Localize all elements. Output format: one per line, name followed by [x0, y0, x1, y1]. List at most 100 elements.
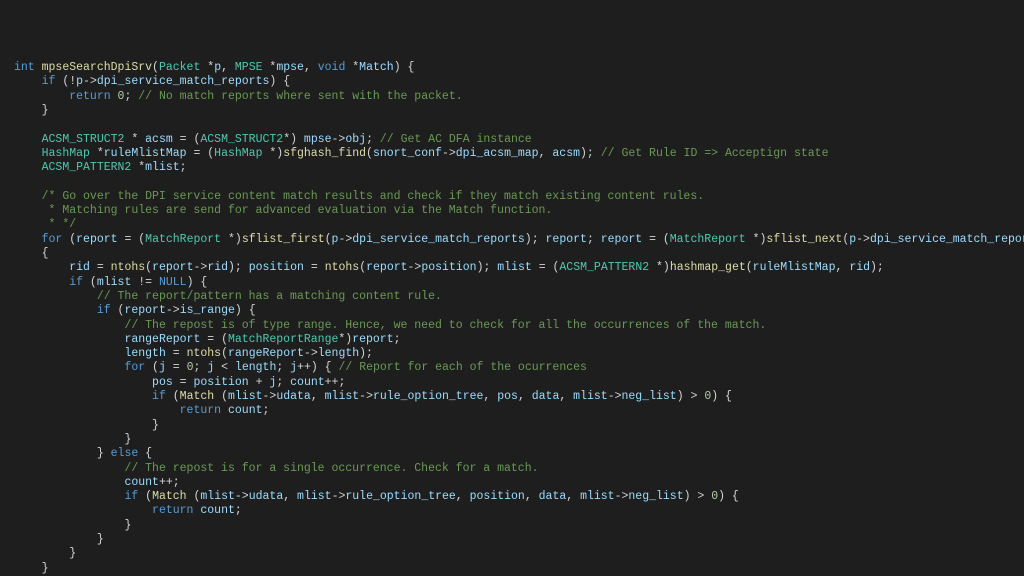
code-line[interactable]: if (!p->dpi_service_match_reports) { [14, 75, 1024, 89]
token-op: ; [587, 233, 601, 246]
token-op: ++) { [297, 361, 338, 374]
token-op [35, 61, 42, 74]
token-id: mpse [276, 61, 304, 74]
code-line[interactable] [14, 176, 1024, 190]
token-op: ( [187, 490, 201, 503]
token-op: = [173, 376, 194, 389]
code-line[interactable]: pos = position + j; count++; [14, 376, 1024, 390]
token-op: -> [332, 490, 346, 503]
code-line[interactable]: length = ntohs(rangeReport->length); [14, 347, 1024, 361]
code-line[interactable]: // The report/pattern has a matching con… [14, 290, 1024, 304]
code-line[interactable]: } [14, 104, 1024, 118]
token-id: report [546, 233, 587, 246]
code-line[interactable]: { [14, 247, 1024, 261]
token-type: ACSM_PATTERN2 [559, 261, 649, 274]
token-id: udata [249, 490, 284, 503]
token-op: } [97, 533, 104, 546]
token-op: -> [166, 304, 180, 317]
code-line[interactable]: if (Match (mlist->udata, mlist->rule_opt… [14, 490, 1024, 504]
token-op: ; [276, 361, 290, 374]
token-id: rangeReport [124, 333, 200, 346]
code-line[interactable]: for (report = (MatchReport *)sflist_firs… [14, 233, 1024, 247]
code-line[interactable]: HashMap *ruleMlistMap = (HashMap *)sfgha… [14, 147, 1024, 161]
token-cmt: * */ [42, 218, 77, 231]
token-op: ; [263, 404, 270, 417]
token-type: MPSE [235, 61, 263, 74]
code-line[interactable]: // The repost is of type range. Hence, w… [14, 319, 1024, 333]
token-id: rule_option_tree [345, 490, 455, 503]
token-kw: if [152, 390, 166, 403]
code-editor[interactable]: int mpseSearchDpiSrv(Packet *p, MPSE *mp… [14, 61, 1024, 576]
token-id: Match [359, 61, 394, 74]
token-type: ACSM_STRUCT2 [200, 133, 283, 146]
token-op: ( [145, 361, 159, 374]
token-id: pos [497, 390, 518, 403]
token-op: ) { [711, 390, 732, 403]
code-line[interactable]: rangeReport = (MatchReportRange*)report; [14, 333, 1024, 347]
code-line[interactable]: } [14, 433, 1024, 447]
code-line[interactable]: } [14, 419, 1024, 433]
code-line[interactable]: } else { [14, 447, 1024, 461]
token-type: ACSM_PATTERN2 [42, 161, 132, 174]
token-op: ) > [684, 490, 712, 503]
token-cmt: // The repost is of type range. Hence, w… [124, 319, 766, 332]
code-line[interactable]: return 0; // No match reports where sent… [14, 90, 1024, 104]
token-id: mlist [97, 276, 132, 289]
token-op: ; [394, 333, 401, 346]
token-type: Packet [159, 61, 200, 74]
token-op: = [90, 261, 111, 274]
code-line[interactable] [14, 118, 1024, 132]
token-fn: ntohs [187, 347, 222, 360]
token-op: ( [221, 347, 228, 360]
code-line[interactable]: int mpseSearchDpiSrv(Packet *p, MPSE *mp… [14, 61, 1024, 75]
token-kw: return [180, 404, 221, 417]
token-op: ( [83, 276, 97, 289]
token-op: = ( [642, 233, 670, 246]
token-op: } [42, 104, 49, 117]
token-kw: for [124, 361, 145, 374]
token-id: position [421, 261, 476, 274]
code-line[interactable]: if (report->is_range) { [14, 304, 1024, 318]
token-op: *) [262, 147, 283, 160]
code-line[interactable]: return count; [14, 404, 1024, 418]
token-id: report [76, 233, 117, 246]
token-op: = ( [118, 233, 146, 246]
token-id: report [352, 333, 393, 346]
token-op: = [166, 347, 187, 360]
token-fn: sflist_next [766, 233, 842, 246]
token-op: ) { [235, 304, 256, 317]
code-line[interactable]: } [14, 519, 1024, 533]
code-line[interactable]: * Matching rules are send for advanced e… [14, 204, 1024, 218]
code-line[interactable]: * */ [14, 218, 1024, 232]
code-line[interactable]: for (j = 0; j < length; j++) { // Report… [14, 361, 1024, 375]
code-line[interactable]: count++; [14, 476, 1024, 490]
token-op: ); [477, 261, 498, 274]
code-line[interactable]: if (Match (mlist->udata, mlist->rule_opt… [14, 390, 1024, 404]
code-line[interactable]: /* Go over the DPI service content match… [14, 190, 1024, 204]
code-line[interactable]: } [14, 562, 1024, 576]
code-line[interactable]: ACSM_PATTERN2 *mlist; [14, 161, 1024, 175]
token-fn: sflist_first [242, 233, 325, 246]
code-line[interactable]: rid = ntohs(report->rid); position = nto… [14, 261, 1024, 275]
token-op: ); [525, 233, 546, 246]
code-line[interactable]: ACSM_STRUCT2 * acsm = (ACSM_STRUCT2*) mp… [14, 133, 1024, 147]
token-op: -> [338, 233, 352, 246]
token-op: ) { [269, 75, 290, 88]
token-op: ; [180, 161, 187, 174]
token-id: mlist [325, 390, 360, 403]
code-line[interactable]: if (mlist != NULL) { [14, 276, 1024, 290]
token-id: report [124, 304, 165, 317]
token-op: } [152, 419, 159, 432]
code-line[interactable]: // The repost is for a single occurrence… [14, 462, 1024, 476]
token-op: -> [83, 75, 97, 88]
code-line[interactable]: return count; [14, 504, 1024, 518]
token-cmt: // Get Rule ID => Acceptign state [601, 147, 829, 160]
token-kw: int [14, 61, 35, 74]
token-id: rid [69, 261, 90, 274]
token-id: dpi_service_match_reports [870, 233, 1024, 246]
token-fn: hashmap_get [670, 261, 746, 274]
token-id: length [318, 347, 359, 360]
code-line[interactable]: } [14, 533, 1024, 547]
code-line[interactable]: } [14, 547, 1024, 561]
token-op: } [97, 447, 111, 460]
